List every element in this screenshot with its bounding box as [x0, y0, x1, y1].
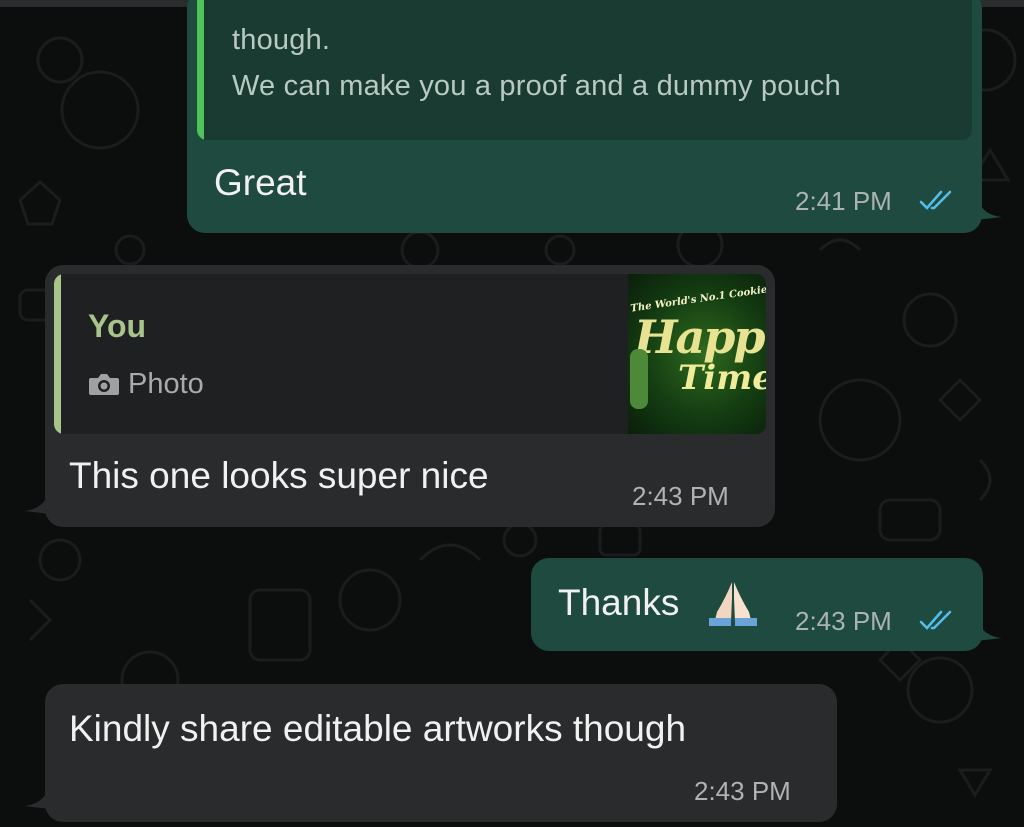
praying-hands-emoji [709, 582, 757, 626]
camera-icon [89, 374, 119, 395]
message-bubble-incoming[interactable]: You Photo The World's No.1 Cookie Happ T… [45, 265, 775, 527]
quote-accent-bar [197, 0, 204, 140]
thumbnail-character [630, 349, 648, 409]
message-timestamp: 2:43 PM [632, 481, 729, 511]
thumbnail-title-word: Happ [634, 310, 766, 364]
reply-author: You [88, 308, 147, 344]
bubble-tail [976, 617, 1002, 641]
message-text: Kindly share editable artworks though [69, 708, 687, 749]
message-timestamp: 2:43 PM [694, 776, 791, 806]
message-timestamp: 2:43 PM [795, 606, 892, 636]
chat-view: though. We can make you a proof and a du… [0, 0, 1024, 827]
bubble-tail [24, 785, 50, 809]
quoted-photo-reply[interactable]: You Photo The World's No.1 Cookie Happ T… [54, 274, 766, 434]
message-bubble-outgoing[interactable]: Thanks 2:43 PM [531, 558, 983, 651]
quoted-line: We can make you a proof and a dummy pouc… [232, 70, 841, 102]
message-text: Thanks [558, 582, 680, 623]
message-bubble-outgoing[interactable]: though. We can make you a proof and a du… [187, 0, 982, 233]
quoted-message[interactable]: though. We can make you a proof and a du… [197, 0, 972, 140]
message-bubble-incoming[interactable]: Kindly share editable artworks though 2:… [45, 684, 837, 822]
message-text: This one looks super nice [69, 455, 489, 496]
bubble-tail [976, 196, 1002, 220]
quote-accent-bar [54, 274, 61, 434]
double-check-icon [919, 610, 952, 630]
quoted-line: though. [232, 24, 331, 56]
message-timestamp: 2:41 PM [795, 186, 892, 216]
thumbnail-title-word: Time [678, 358, 766, 398]
message-text: Great [214, 162, 307, 203]
photo-thumbnail[interactable]: The World's No.1 Cookie Happ Time [628, 274, 766, 434]
double-check-icon [919, 190, 952, 210]
bubble-tail [24, 490, 50, 514]
reply-type-label: Photo [128, 368, 204, 400]
